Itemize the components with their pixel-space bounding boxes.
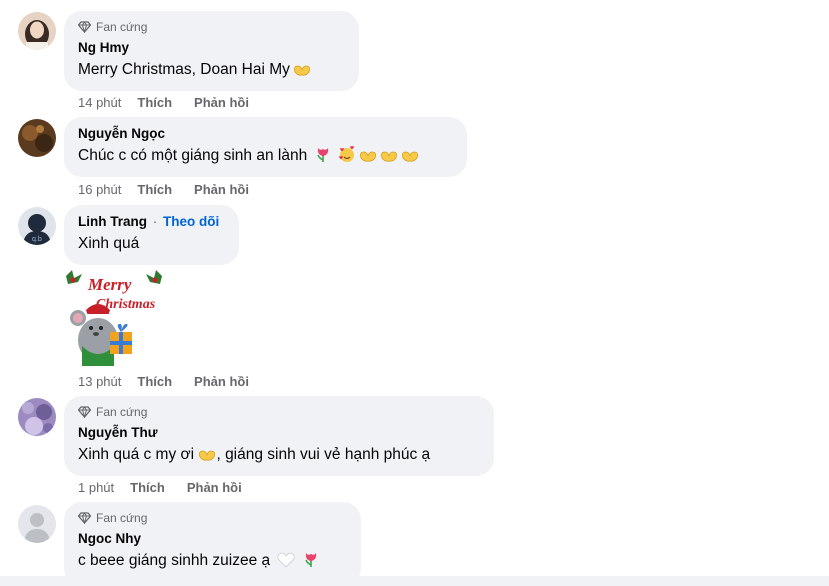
comment-text: c beee giáng sinhh zuizee ạ xyxy=(78,550,349,575)
like-button[interactable]: Thích xyxy=(137,374,172,389)
comment-time[interactable]: 13 phút xyxy=(78,374,121,389)
christmas-sticker[interactable]: Merry Christmas xyxy=(64,270,164,368)
author-line: Linh Trang · Theo dõi xyxy=(78,213,227,231)
svg-text:q.b: q.b xyxy=(32,236,42,243)
comment-time[interactable]: 14 phút xyxy=(78,95,121,110)
fan-badge: Fan cứng xyxy=(78,19,347,35)
author-name[interactable]: Nguyễn Ngọc xyxy=(78,125,455,143)
author-name[interactable]: Ngoc Nhy xyxy=(78,530,349,548)
reply-button[interactable]: Phản hồi xyxy=(194,182,249,197)
comment-bubble: Linh Trang · Theo dõi Xinh quá xyxy=(64,205,239,265)
follow-link[interactable]: Theo dõi xyxy=(163,214,219,229)
white-heart-emoji xyxy=(277,552,296,575)
avatar[interactable] xyxy=(18,505,56,543)
reply-button[interactable]: Phản hồi xyxy=(187,480,242,495)
comment-bubble: Fan cứng Ng Hmy Merry Christmas, Doan Ha… xyxy=(64,11,359,91)
fan-badge: Fan cứng xyxy=(78,404,482,420)
author-name[interactable]: Ng Hmy xyxy=(78,39,347,57)
like-button[interactable]: Thích xyxy=(137,182,172,197)
comment-meta: 16 phút Thích Phản hồi xyxy=(78,180,271,198)
like-button[interactable]: Thích xyxy=(137,95,172,110)
sticker-title-1: Merry xyxy=(87,275,132,294)
diamond-icon xyxy=(78,21,91,33)
comment-text: Xinh quá xyxy=(78,235,140,252)
tulip-emoji xyxy=(303,551,319,575)
comment-time[interactable]: 16 phút xyxy=(78,182,121,197)
smiling-face-with-hearts-emoji xyxy=(338,145,356,170)
author-name[interactable]: Linh Trang xyxy=(78,214,147,229)
reply-button[interactable]: Phản hồi xyxy=(194,374,249,389)
badge-label: Fan cứng xyxy=(96,511,148,525)
badge-label: Fan cứng xyxy=(96,405,148,419)
comment-text: Chúc c có một giáng sinh an lành xyxy=(78,145,455,170)
avatar[interactable] xyxy=(18,119,56,157)
comment-bubble: Nguyễn Ngọc Chúc c có một giáng sinh an … xyxy=(64,117,467,177)
comment-text: Xinh quá c my ơi , giáng sinh vui vẻ hạn… xyxy=(78,444,482,469)
heart-hands-emoji xyxy=(380,148,398,170)
comment-bubble: Fan cứng Nguyễn Thư Xinh quá c my ơi , g… xyxy=(64,396,494,476)
comment-meta: 14 phút Thích Phản hồi xyxy=(78,93,271,111)
heart-hands-emoji xyxy=(359,148,377,170)
avatar[interactable] xyxy=(18,12,56,50)
separator-dot: · xyxy=(152,214,158,229)
heart-hands-emoji xyxy=(401,148,419,170)
comment-text: Merry Christmas, Doan Hai My xyxy=(78,59,347,84)
reply-button[interactable]: Phản hồi xyxy=(194,95,249,110)
like-button[interactable]: Thích xyxy=(130,480,165,495)
bottom-scroll-edge xyxy=(0,576,829,586)
fan-badge: Fan cứng xyxy=(78,510,349,526)
comment-meta: 13 phút Thích Phản hồi xyxy=(78,372,271,390)
author-name[interactable]: Nguyễn Thư xyxy=(78,424,482,442)
comment-time[interactable]: 1 phút xyxy=(78,480,114,495)
heart-hands-emoji xyxy=(293,62,311,84)
diamond-icon xyxy=(78,512,91,524)
avatar[interactable]: q.b xyxy=(18,207,56,245)
tulip-emoji xyxy=(315,146,331,170)
avatar[interactable] xyxy=(18,398,56,436)
comment-meta: 1 phút Thích Phản hồi xyxy=(78,478,264,496)
heart-hands-emoji xyxy=(198,447,216,469)
comment-bubble: Fan cứng Ngoc Nhy c beee giáng sinhh zui… xyxy=(64,502,361,586)
diamond-icon xyxy=(78,406,91,418)
badge-label: Fan cứng xyxy=(96,20,148,34)
